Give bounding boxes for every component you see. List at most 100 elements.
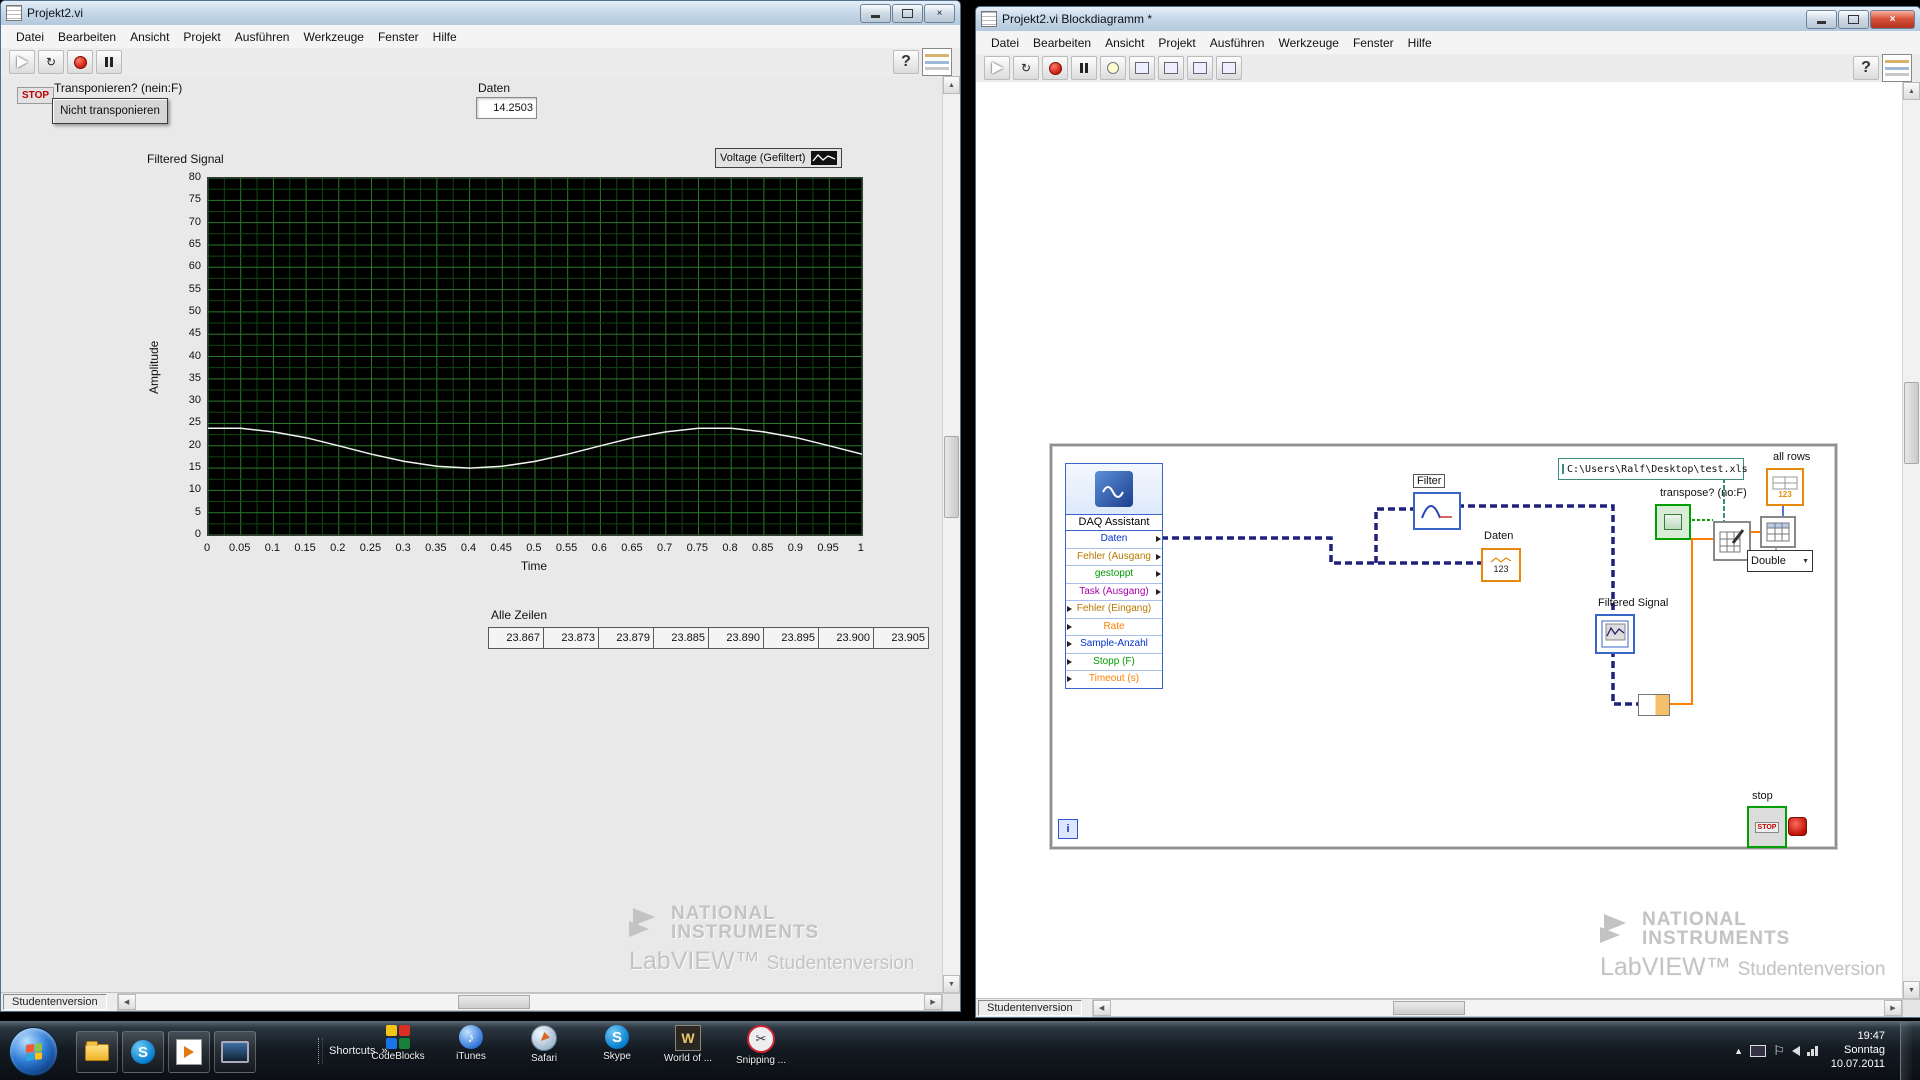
daq-terminal-stopp[interactable]: Stopp (F) <box>1066 654 1162 672</box>
scroll-right-arrow[interactable]: ▶ <box>1884 1000 1902 1016</box>
scroll-up-arrow[interactable]: ▲ <box>943 76 960 94</box>
daq-terminal-rate[interactable]: Rate <box>1066 619 1162 637</box>
convert-dynamic-data-node[interactable] <box>1638 694 1670 716</box>
array-cell[interactable]: 23.879 <box>598 627 654 649</box>
vertical-scrollbar[interactable]: ▲ ▼ <box>1902 82 1920 999</box>
transpose-constant[interactable] <box>1655 504 1691 540</box>
resize-grip[interactable] <box>1902 999 1920 1017</box>
daten-value[interactable]: 14.2503 <box>476 97 537 119</box>
scrollbar-thumb[interactable] <box>1904 382 1919 464</box>
scroll-left-arrow[interactable]: ◀ <box>118 994 136 1010</box>
shortcut-snipping-tool[interactable]: ✂ Snipping ... <box>726 1025 796 1079</box>
array-cell[interactable]: 23.885 <box>653 627 709 649</box>
write-spreadsheet-node[interactable] <box>1713 521 1751 561</box>
menu-fenster[interactable]: Fenster <box>1346 33 1401 53</box>
menu-fenster[interactable]: Fenster <box>371 27 426 47</box>
array-cell[interactable]: 23.900 <box>818 627 874 649</box>
menu-projekt[interactable]: Projekt <box>176 27 227 47</box>
daq-terminal-timeout[interactable]: Timeout (s) <box>1066 671 1162 688</box>
daq-assistant-node[interactable]: DAQ Assistant Daten Fehler (Ausgang gest… <box>1065 463 1163 689</box>
resize-grip[interactable] <box>942 993 960 1011</box>
menu-datei[interactable]: Datei <box>9 27 51 47</box>
show-desktop-button[interactable] <box>1900 1022 1912 1080</box>
menu-ansicht[interactable]: Ansicht <box>1098 33 1151 53</box>
vertical-scrollbar[interactable]: ▲ ▼ <box>942 76 960 993</box>
tray-network-icon[interactable] <box>1807 1046 1818 1056</box>
polymorphic-selector[interactable]: Double ▼ <box>1747 550 1813 572</box>
shortcut-skype[interactable]: S Skype <box>582 1025 652 1079</box>
run-continuous-button[interactable]: ↻ <box>1013 56 1039 80</box>
close-button[interactable]: × <box>924 4 955 23</box>
taskbar-app-window[interactable] <box>214 1031 256 1073</box>
scroll-up-arrow[interactable]: ▲ <box>1903 82 1920 100</box>
minimize-button[interactable] <box>1806 10 1837 29</box>
stop-terminal[interactable]: STOP <box>1747 806 1787 848</box>
taskbar-app-explorer[interactable] <box>76 1031 118 1073</box>
menu-bearbeiten[interactable]: Bearbeiten <box>51 27 123 47</box>
highlight-execution-button[interactable] <box>1100 56 1126 80</box>
transpose-button[interactable]: Nicht transponieren <box>52 98 168 124</box>
array-cell[interactable]: 23.890 <box>708 627 764 649</box>
menu-datei[interactable]: Datei <box>984 33 1026 53</box>
shortcut-safari[interactable]: Safari <box>509 1025 579 1079</box>
vi-connector-icon[interactable] <box>1882 54 1912 82</box>
menu-ausfuehren[interactable]: Ausführen <box>1203 33 1272 53</box>
run-button[interactable] <box>9 50 35 74</box>
horizontal-scrollbar[interactable]: ◀ ▶ <box>1092 999 1903 1017</box>
vi-connector-icon[interactable] <box>922 48 952 76</box>
close-button[interactable]: × <box>1870 10 1915 29</box>
abort-button[interactable] <box>67 50 93 74</box>
daq-terminal-daten[interactable]: Daten <box>1066 531 1162 549</box>
run-button[interactable] <box>984 56 1010 80</box>
maximize-button[interactable] <box>1838 10 1869 29</box>
toolbar-grip[interactable] <box>318 1038 323 1064</box>
titlebar[interactable]: Projekt2.vi Blockdiagramm * × <box>976 7 1920 32</box>
step-over-button[interactable] <box>1187 56 1213 80</box>
loop-iteration-terminal[interactable]: i <box>1058 819 1078 839</box>
file-path-constant[interactable]: C:\Users\Ralf\Desktop\test.xls <box>1558 458 1744 480</box>
array-cell[interactable]: 23.873 <box>543 627 599 649</box>
array-cell[interactable]: 23.867 <box>488 627 544 649</box>
filter-node[interactable] <box>1413 492 1461 530</box>
pause-button[interactable] <box>96 50 122 74</box>
daten-terminal[interactable]: 123 <box>1481 548 1521 582</box>
scrollbar-thumb[interactable] <box>458 995 530 1009</box>
menu-projekt[interactable]: Projekt <box>1151 33 1202 53</box>
chart-legend[interactable]: Voltage (Gefiltert) <box>715 148 842 168</box>
menu-ansicht[interactable]: Ansicht <box>123 27 176 47</box>
daq-terminal-fehler-ausgang[interactable]: Fehler (Ausgang <box>1066 549 1162 567</box>
filter-node-label[interactable]: Filter <box>1413 474 1445 488</box>
daq-terminal-task-ausgang[interactable]: Task (Ausgang) <box>1066 584 1162 602</box>
menu-bearbeiten[interactable]: Bearbeiten <box>1026 33 1098 53</box>
minimize-button[interactable] <box>860 4 891 23</box>
filtered-signal-terminal[interactable] <box>1595 614 1635 654</box>
menu-werkzeuge[interactable]: Werkzeuge <box>1271 33 1345 53</box>
array-cell[interactable]: 23.905 <box>873 627 929 649</box>
tray-display-icon[interactable] <box>1750 1045 1766 1057</box>
maximize-button[interactable] <box>892 4 923 23</box>
scroll-down-arrow[interactable]: ▼ <box>1903 981 1920 999</box>
pause-button[interactable] <box>1071 56 1097 80</box>
titlebar[interactable]: Projekt2.vi × <box>1 1 960 26</box>
taskbar-app-labview[interactable] <box>168 1031 210 1073</box>
taskbar-app-skype[interactable]: S <box>122 1031 164 1073</box>
start-button[interactable] <box>9 1027 58 1076</box>
loop-condition-terminal[interactable] <box>1788 817 1807 836</box>
spreadsheet-format-node[interactable] <box>1760 516 1796 548</box>
menu-hilfe[interactable]: Hilfe <box>1401 33 1439 53</box>
array-cell[interactable]: 23.895 <box>763 627 819 649</box>
help-button[interactable]: ? <box>893 50 919 74</box>
tray-action-center-icon[interactable]: ⚐ <box>1773 1043 1785 1059</box>
abort-button[interactable] <box>1042 56 1068 80</box>
daq-terminal-fehler-eingang[interactable]: Fehler (Eingang) <box>1066 601 1162 619</box>
menu-ausfuehren[interactable]: Ausführen <box>228 27 297 47</box>
step-out-button[interactable] <box>1216 56 1242 80</box>
shortcut-world-of-warcraft[interactable]: W World of ... <box>653 1025 723 1079</box>
help-button[interactable]: ? <box>1853 56 1879 80</box>
horizontal-scrollbar[interactable]: ◀ ▶ <box>117 993 943 1011</box>
menu-werkzeuge[interactable]: Werkzeuge <box>296 27 370 47</box>
shortcut-codeblocks[interactable]: CodeBlocks <box>363 1025 433 1079</box>
shortcut-itunes[interactable]: ♪ iTunes <box>436 1025 506 1079</box>
stop-control[interactable]: STOP <box>17 87 54 104</box>
taskbar-clock[interactable]: 19:47 Sonntag 10.07.2011 <box>1831 1030 1885 1071</box>
